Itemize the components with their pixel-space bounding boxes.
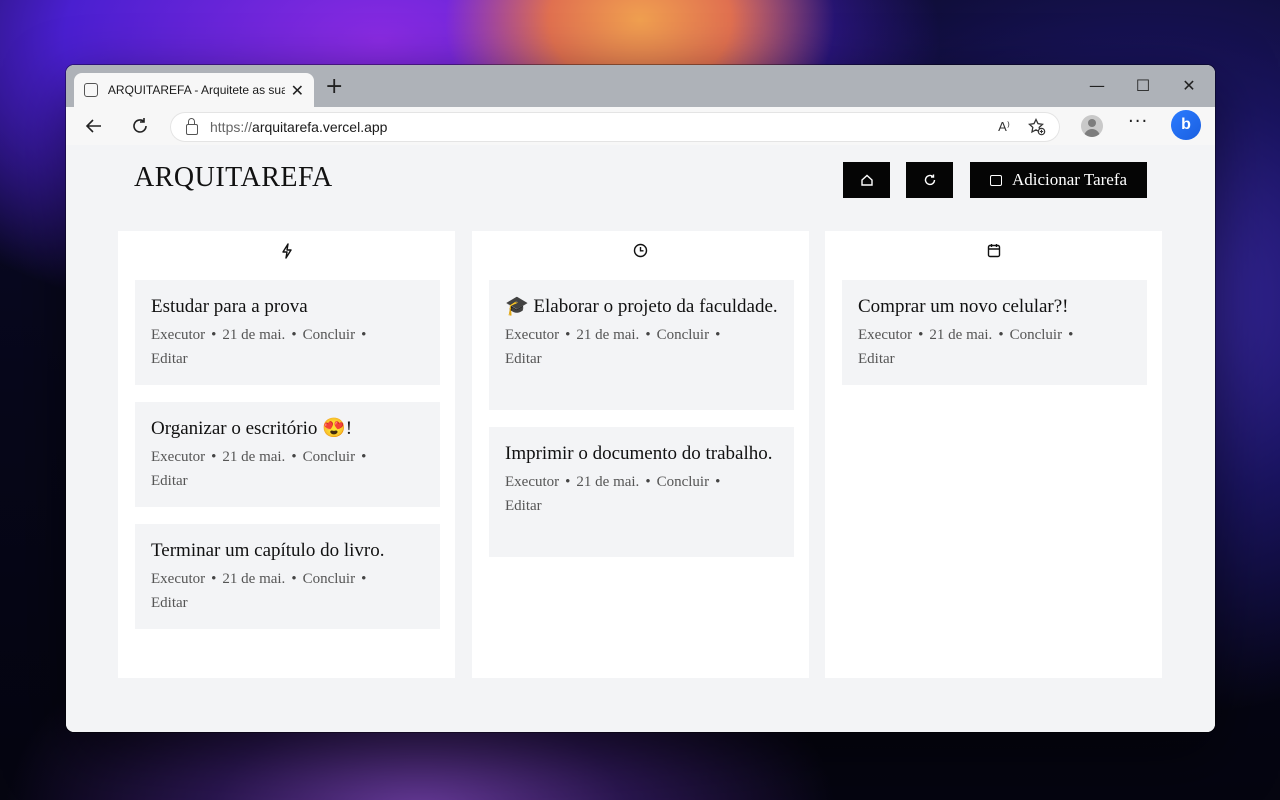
task-executor: Executor [858,327,913,343]
profile-avatar[interactable] [1081,115,1103,137]
task-meta: Executor • 21 de mai. • Concluir • Editar [505,327,721,367]
task-title: Estudar para a prova [151,296,308,317]
reload-icon [133,118,147,133]
calendar-icon [987,244,1000,258]
lightning-icon [281,243,292,259]
maximize-button[interactable]: ☐ [1120,73,1166,99]
refresh-icon [924,174,935,186]
task-column-scheduled: Comprar um novo celular?! Executor • 21 de… [825,231,1162,678]
complete-task-link[interactable]: Concluir [303,449,356,465]
complete-task-link[interactable]: Concluir [657,474,710,490]
edit-task-link[interactable]: Editar [858,351,895,367]
app-logo-title[interactable]: ARQUITAREFA [134,162,333,194]
task-executor: Executor [505,474,560,490]
task-date: 21 de mai. [576,474,640,490]
task-card[interactable]: Terminar um capítulo do livro. Executor •… [135,524,440,629]
edit-task-link[interactable]: Editar [505,351,542,367]
edit-task-link[interactable]: Editar [151,473,188,489]
more-options-icon[interactable]: ··· [1128,111,1148,132]
complete-task-link[interactable]: Concluir [303,327,356,343]
task-date: 21 de mai. [222,449,286,465]
task-date: 21 de mai. [222,571,286,587]
task-date: 21 de mai. [576,327,640,343]
task-meta: Executor • 21 de mai. • Concluir • Editar [151,449,367,489]
task-card[interactable]: Estudar para a prova Executor • 21 de mai.… [135,280,440,385]
edit-task-link[interactable]: Editar [151,351,188,367]
task-card[interactable]: Imprimir o documento do trabalho. Execut… [489,427,794,557]
address-bar[interactable]: https://arquitarefa.vercel.app A⁾ [170,112,1060,142]
task-column-priority: Estudar para a prova Executor • 21 de mai.… [118,231,455,678]
home-button[interactable] [843,162,890,198]
edit-task-link[interactable]: Editar [151,595,188,611]
minimize-button[interactable]: — [1074,73,1120,99]
task-column-in-progress: 🎓 Elaborar o projeto da faculdade. Execu… [472,231,809,678]
reload-button[interactable] [126,112,154,140]
browser-tab[interactable]: ARQUITAREFA - Arquitete as suas ✕ [74,73,314,107]
complete-task-link[interactable]: Concluir [1010,327,1063,343]
app-page: ARQUITAREFA Adicionar Tarefa Estudar par… [66,145,1215,732]
edit-task-link[interactable]: Editar [505,498,542,514]
task-title: Comprar um novo celular?! [858,296,1069,317]
task-meta: Executor • 21 de mai. • Concluir • Editar [151,327,367,367]
task-card[interactable]: Organizar o escritório 😍! Executor • 21 de… [135,402,440,507]
task-title: Terminar um capítulo do livro. [151,540,385,561]
task-meta: Executor • 21 de mai. • Concluir • Editar [505,474,721,514]
task-executor: Executor [151,571,206,587]
home-icon [860,174,873,186]
task-card[interactable]: 🎓 Elaborar o projeto da faculdade. Execu… [489,280,794,410]
title-bar: ARQUITAREFA - Arquitete as suas ✕ + — ☐ … [66,65,1215,107]
new-tab-button[interactable]: + [325,73,343,101]
task-executor: Executor [151,327,206,343]
url-text: https://arquitarefa.vercel.app [210,119,388,135]
browser-window: ARQUITAREFA - Arquitete as suas ✕ + — ☐ … [66,65,1215,732]
tab-favicon-icon [84,83,98,97]
back-arrow-icon [85,119,101,133]
site-info-icon[interactable] [186,117,198,135]
task-executor: Executor [151,449,206,465]
browser-toolbar: https://arquitarefa.vercel.app A⁾ ··· b [66,107,1215,146]
note-icon [989,174,1002,186]
task-title: Imprimir o documento do trabalho. [505,443,773,464]
task-title: 🎓 Elaborar o projeto da faculdade. [505,296,778,317]
read-aloud-icon[interactable]: A⁾ [998,119,1010,135]
refresh-button[interactable] [906,162,953,198]
add-favorite-icon[interactable] [1028,118,1046,136]
tab-close-icon[interactable]: ✕ [291,81,304,100]
complete-task-link[interactable]: Concluir [303,571,356,587]
add-task-label: Adicionar Tarefa [1011,170,1128,189]
task-date: 21 de mai. [929,327,993,343]
task-card[interactable]: Comprar um novo celular?! Executor • 21 de… [842,280,1147,385]
tab-title: ARQUITAREFA - Arquitete as suas [107,83,285,97]
task-title: Organizar o escritório 😍! [151,418,353,439]
clock-icon [633,243,648,258]
task-meta: Executor • 21 de mai. • Concluir • Editar [858,327,1074,367]
back-button[interactable] [80,112,108,140]
close-window-button[interactable]: ✕ [1166,73,1212,99]
add-task-button[interactable]: Adicionar Tarefa [970,162,1147,198]
task-date: 21 de mai. [222,327,286,343]
task-meta: Executor • 21 de mai. • Concluir • Editar [151,571,367,611]
complete-task-link[interactable]: Concluir [657,327,710,343]
task-executor: Executor [505,327,560,343]
bing-copilot-icon[interactable]: b [1171,110,1201,140]
